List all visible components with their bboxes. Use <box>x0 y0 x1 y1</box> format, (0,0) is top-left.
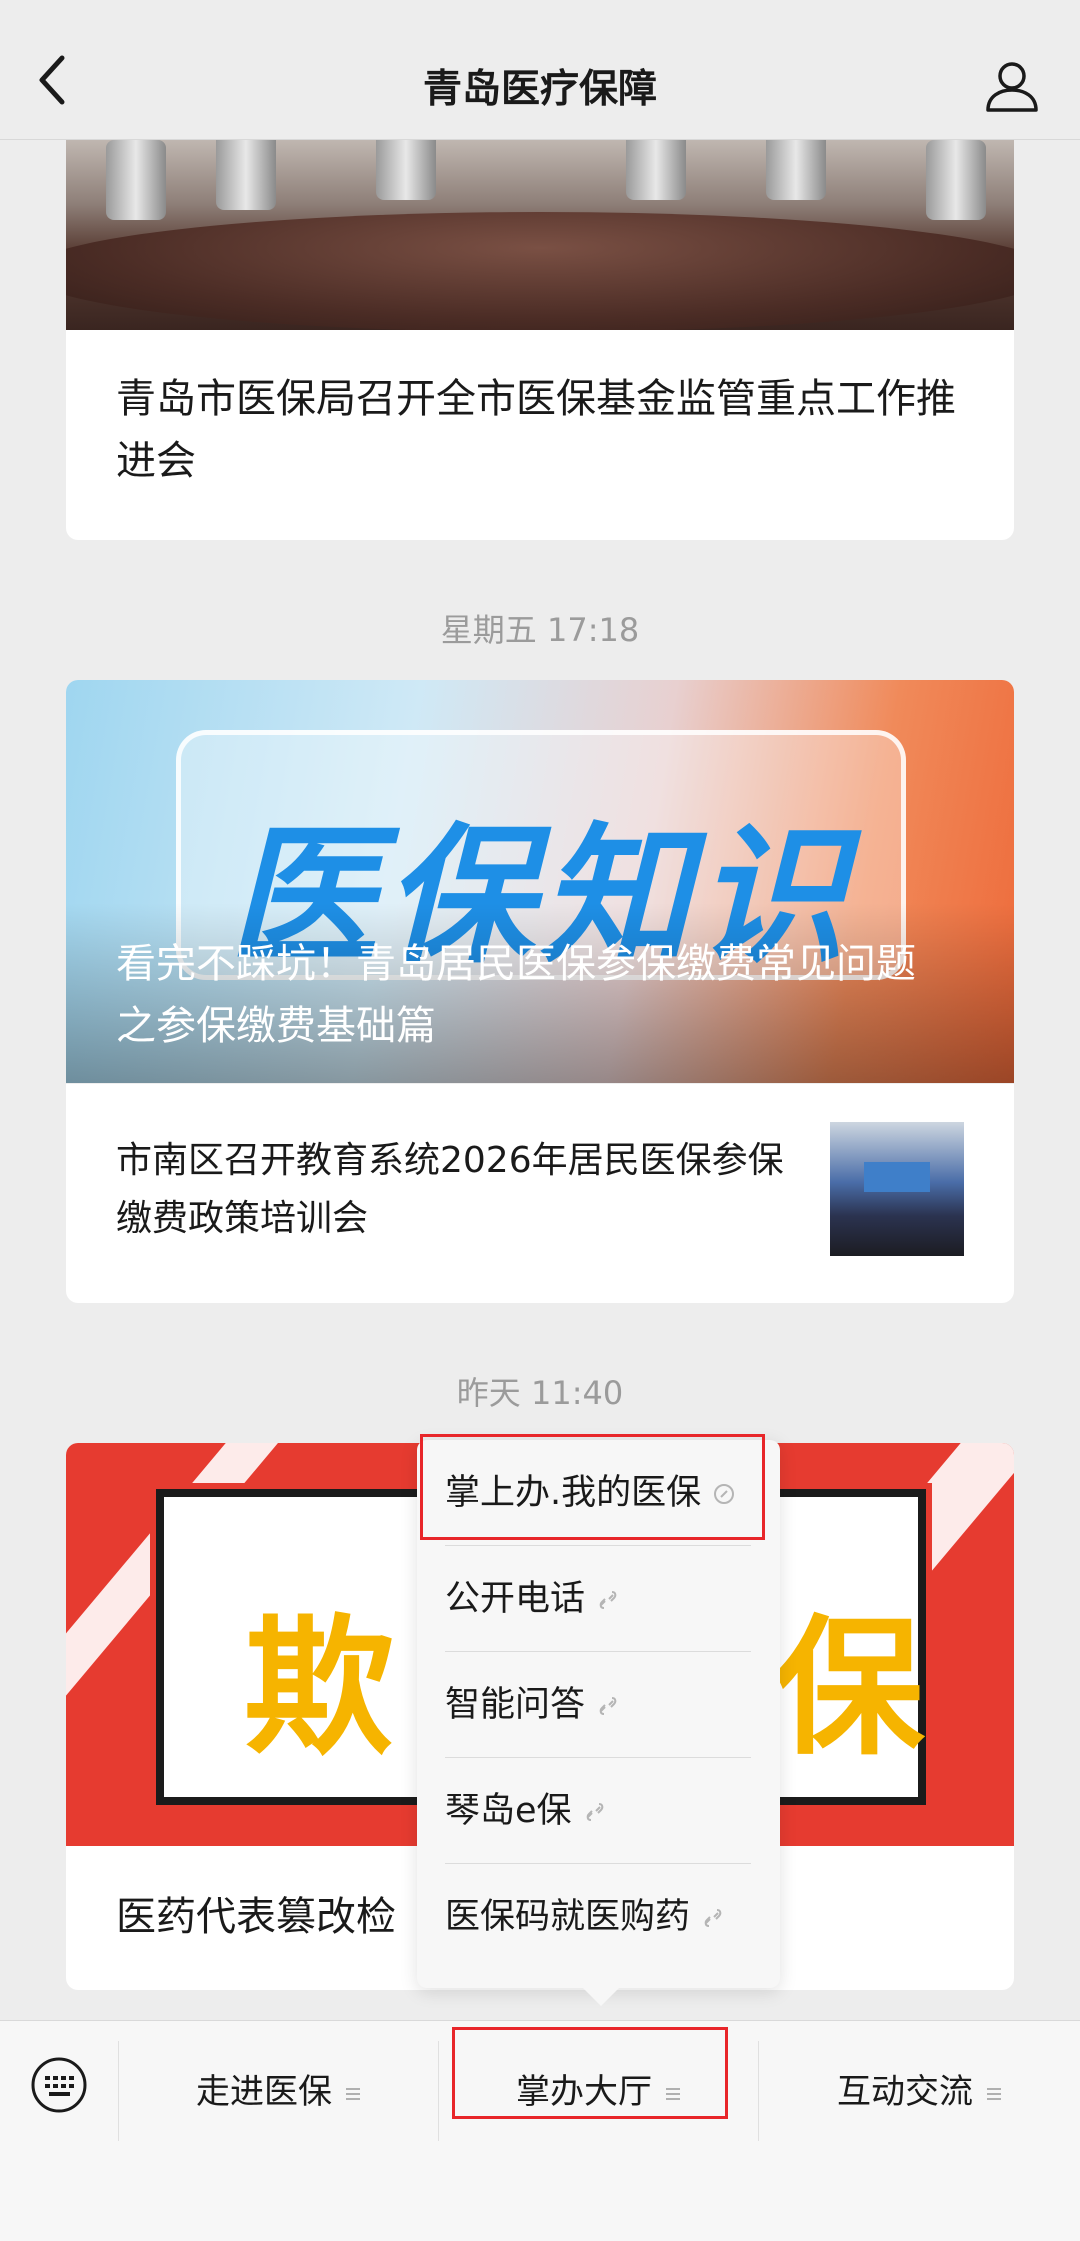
nav-bar: 青岛医疗保障 <box>0 0 1080 140</box>
submenu-item[interactable]: 智能问答 <box>445 1652 751 1758</box>
menu-icon <box>987 2085 1001 2103</box>
submenu-item-label: 掌上办.我的医保 <box>445 1473 702 1513</box>
submenu-item-label: 琴岛e保 <box>445 1791 572 1831</box>
article-title: 看完不踩坑！青岛居民医保参保缴费常见问题之参保缴费基础篇 <box>116 941 916 1049</box>
sub-article-thumbnail <box>830 1122 964 1256</box>
submenu-popup: 掌上办.我的医保 公开电话 智能问答 琴岛e保 医保码就医购药 <box>417 1440 780 2006</box>
submenu-item-label: 医保码就医购药 <box>445 1897 691 1937</box>
menu-zhangban[interactable]: 掌办大厅 <box>438 2047 758 2137</box>
link-icon <box>704 1909 722 1927</box>
article-card[interactable]: 医保知识 看完不踩坑！青岛居民医保参保缴费常见问题之参保缴费基础篇 市南区召开教… <box>66 680 1014 1303</box>
link-icon <box>714 1484 735 1504</box>
article-title: 青岛市医保局召开全市医保基金监管重点工作推进会 <box>116 376 956 484</box>
menu-zoujin[interactable]: 走进医保 <box>118 2047 438 2137</box>
menu-label: 互动交流 <box>837 2072 973 2112</box>
menu-icon <box>666 2085 680 2103</box>
timestamp: 星期五 17:18 <box>440 611 640 649</box>
menu-label: 掌办大厅 <box>516 2072 652 2112</box>
article-card[interactable]: 青岛市医保局召开全市医保基金监管重点工作推进会 <box>66 140 1014 540</box>
link-icon <box>586 1803 603 1821</box>
menu-label: 走进医保 <box>196 2072 332 2112</box>
article-cover-image: 医保知识 看完不踩坑！青岛居民医保参保缴费常见问题之参保缴费基础篇 <box>66 680 1014 1083</box>
person-icon[interactable] <box>984 58 1040 114</box>
bottom-menu-bar: 走进医保 掌办大厅 互动交流 <box>0 2020 1080 2241</box>
keyboard-icon[interactable] <box>30 2056 88 2114</box>
sub-article-title: 市南区召开教育系统2026年居民医保参保缴费政策培训会 <box>116 1140 784 1239</box>
submenu-item[interactable]: 掌上办.我的医保 <box>445 1440 751 1546</box>
link-icon <box>599 1591 617 1609</box>
cover-text: 欺 <box>244 1602 395 1776</box>
article-cover-image <box>66 140 1014 330</box>
menu-hudong[interactable]: 互动交流 <box>758 2047 1080 2137</box>
submenu-item[interactable]: 医保码就医购药 <box>445 1864 751 1970</box>
submenu-item[interactable]: 公开电话 <box>445 1546 751 1652</box>
menu-icon <box>346 2085 360 2103</box>
page-title: 青岛医疗保障 <box>422 67 657 112</box>
submenu-item-label: 智能问答 <box>445 1685 586 1725</box>
timestamp: 昨天 11:40 <box>456 1374 624 1412</box>
submenu-item-label: 公开电话 <box>445 1579 586 1619</box>
sub-article-item[interactable]: 市南区召开教育系统2026年居民医保参保缴费政策培训会 <box>66 1083 1014 1303</box>
cover-text: 保 <box>774 1602 925 1776</box>
popup-arrow <box>583 1988 619 2006</box>
submenu-item[interactable]: 琴岛e保 <box>445 1758 751 1864</box>
link-icon <box>599 1697 617 1715</box>
